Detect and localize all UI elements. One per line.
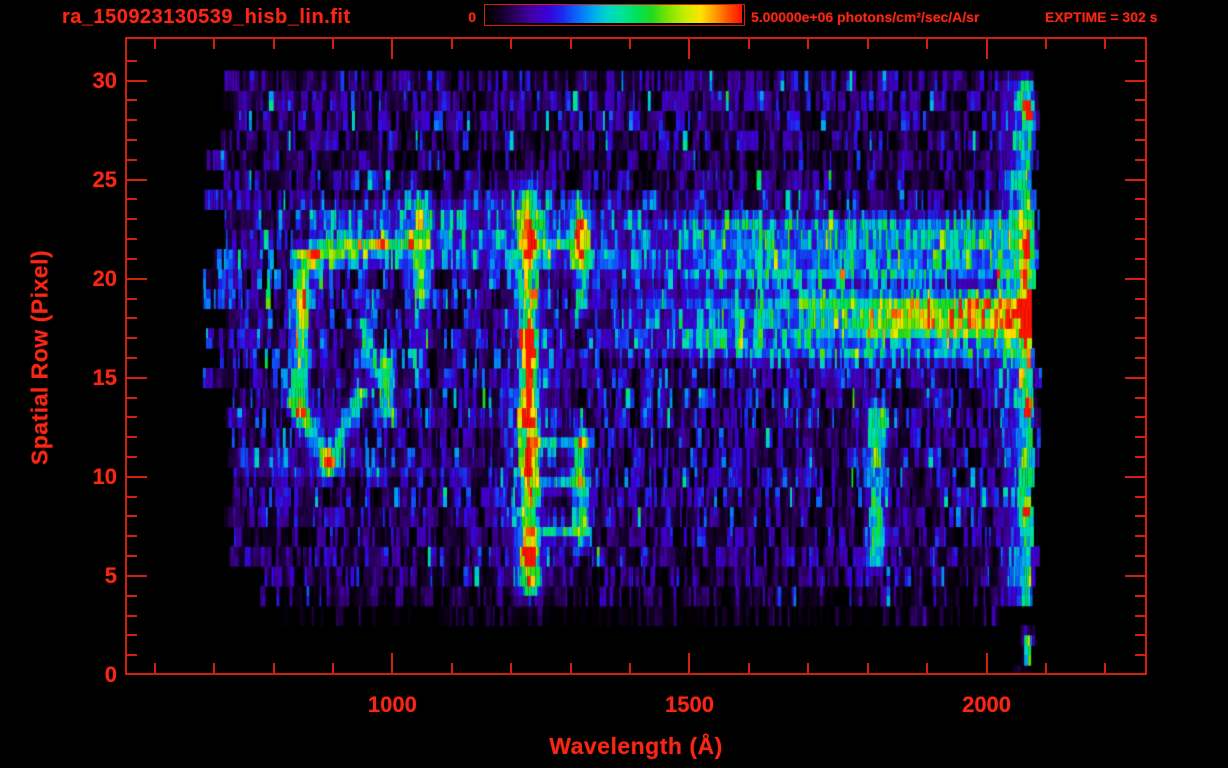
colorbar-gradient [485,5,742,23]
y-tick-label: 20 [92,265,117,291]
y-tick-label: 25 [92,166,117,192]
y-tick-label: 0 [104,662,117,687]
y-tick-label: 5 [104,562,117,588]
colorbar [484,4,745,26]
y-axis-label: Spatial Row (Pixel) [26,249,53,466]
x-tick-label: 2000 [962,692,1012,717]
y-tick-label: 30 [92,67,117,93]
x-tick-label: 1500 [664,692,714,717]
x-tick-label: 1000 [367,692,417,717]
spectral-heatmap-canvas [125,37,1147,675]
plot-title: ra_150923130539_hisb_lin.fit [62,6,351,28]
spectrogram-window: ra_150923130539_hisb_lin.fit 0 5.00000e+… [0,0,1228,768]
colorbar-min-label: 0 [468,9,476,25]
x-axis-label: Wavelength (Å) [549,733,723,759]
y-tick-label: 10 [92,463,117,489]
y-tick-label: 15 [92,364,117,390]
colorbar-max-label: 5.00000e+06 photons/cm²/sec/A/sr [751,9,980,25]
exptime-label: EXPTIME = 302 s [1045,9,1158,25]
